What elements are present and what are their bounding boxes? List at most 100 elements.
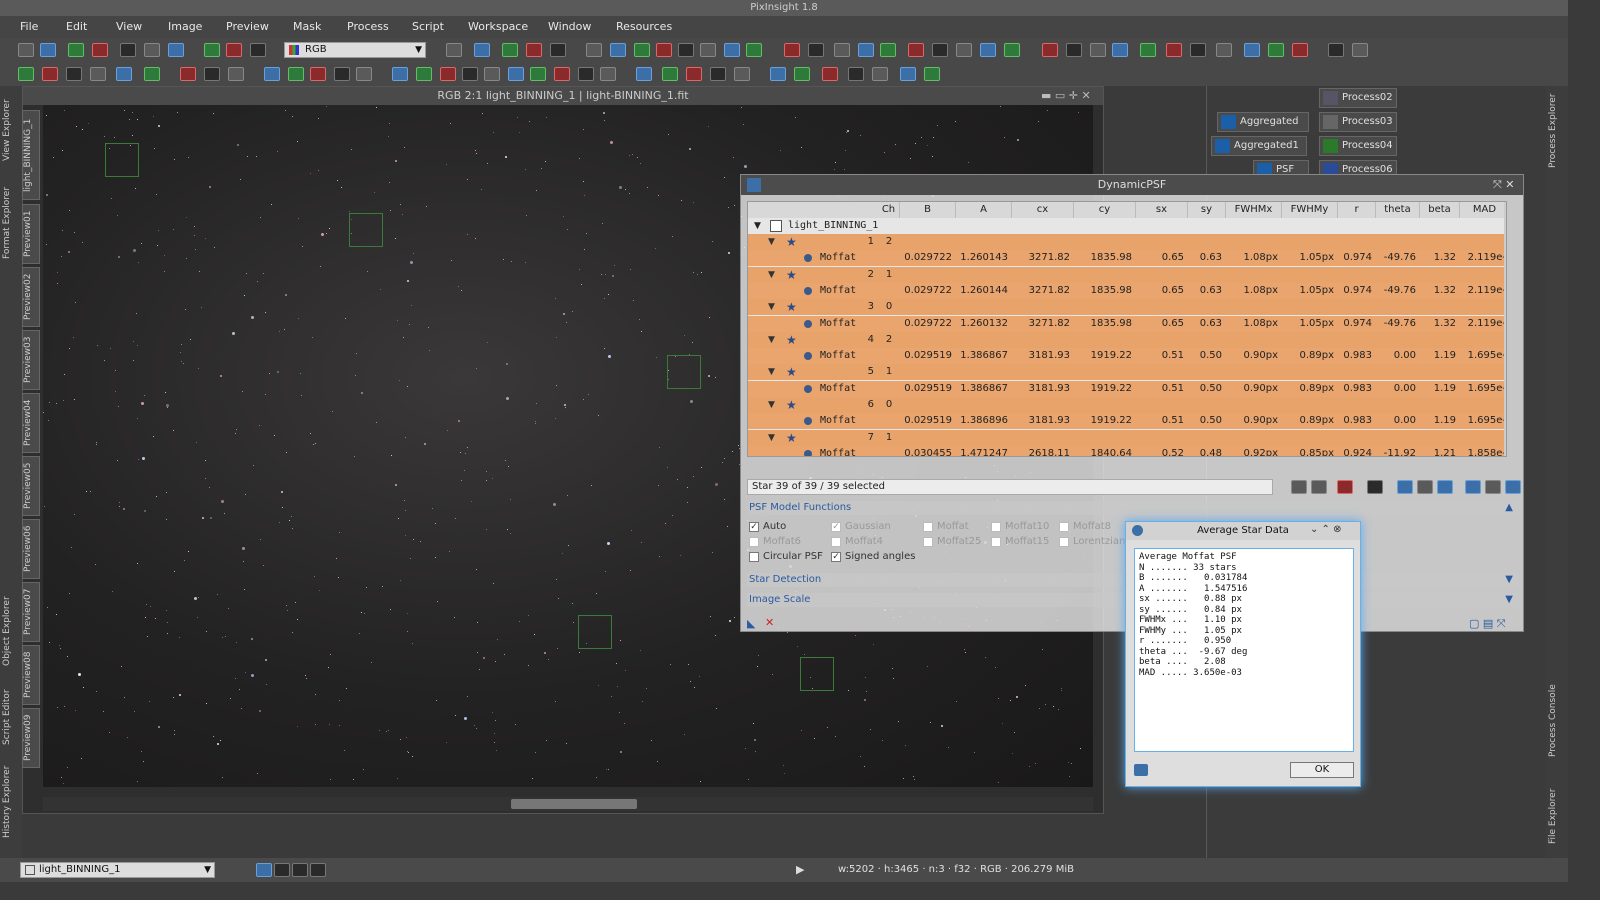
toolbar-icon[interactable] [858,43,874,57]
toolbar-icon[interactable] [554,67,570,81]
star-row[interactable]: ▼ ★ 6 0 [748,397,1506,413]
toolbar-icon[interactable] [932,43,948,57]
toolbar-icon[interactable] [678,43,694,57]
toolbar-icon[interactable] [440,67,456,81]
toolbar-icon[interactable] [1216,43,1232,57]
window-controls[interactable]: ⤧ ✕ [1493,178,1515,192]
toolbar-icon[interactable] [288,67,304,81]
preview-tab-5[interactable]: Preview05 [22,456,40,516]
chevron-down-icon[interactable]: ▼ [768,430,775,446]
export-icon[interactable] [1505,480,1521,494]
toolbar-icon[interactable] [578,67,594,81]
column-header-beta[interactable]: beta [1420,202,1460,218]
window-controls[interactable]: ▬ ▭ ✛ ✕ [1041,89,1091,102]
green-channel-icon[interactable] [292,863,308,877]
process-icon-aggregated1[interactable]: Aggregated1 [1211,136,1307,156]
toolbar-icon[interactable] [700,43,716,57]
toolbar-icon[interactable] [226,43,242,57]
column-header-sx[interactable]: sx [1136,202,1188,218]
toolbar-icon[interactable] [656,43,672,57]
rgb-channel-icon[interactable] [256,863,272,877]
toolbar-icon[interactable] [204,67,220,81]
toolbar-icon[interactable] [446,43,462,57]
blue-channel-icon[interactable] [310,863,326,877]
next-icon[interactable] [1367,480,1383,494]
menu-script[interactable]: Script [412,20,444,33]
menu-window[interactable]: Window [548,20,591,33]
document-icon[interactable] [1485,480,1501,494]
toolbar-icon[interactable] [144,67,160,81]
toolbar-icon[interactable] [180,67,196,81]
toolbar-icon[interactable] [42,67,58,81]
toolbar-icon[interactable] [40,43,56,57]
column-header-ch[interactable]: Ch [878,202,900,218]
toolbar-icon[interactable] [710,67,726,81]
toolbar-icon[interactable] [1004,43,1020,57]
toolbar-icon[interactable] [1090,43,1106,57]
toolbar-icon[interactable] [746,43,762,57]
toolbar-icon[interactable] [734,67,750,81]
column-header-cy[interactable]: cy [1074,202,1136,218]
toolbar-icon[interactable] [334,67,350,81]
toolbar-icon[interactable] [834,43,850,57]
collapse-icon[interactable] [1311,480,1327,494]
toolbar-icon[interactable] [872,67,888,81]
toolbar-icon[interactable] [530,67,546,81]
sort-icon[interactable] [1437,480,1453,494]
toolbar-icon[interactable] [1166,43,1182,57]
menu-workspace[interactable]: Workspace [468,20,528,33]
panel-tab-script-editor[interactable]: Script Editor [2,682,20,752]
toolbar-icon[interactable] [526,43,542,57]
toolbar-icon[interactable] [416,67,432,81]
toolbar-icon[interactable] [1140,43,1156,57]
star-row[interactable]: ▼ ★ 5 1 [748,364,1506,381]
ok-button[interactable]: OK [1290,762,1354,778]
panel-tab-view-explorer[interactable]: View Explorer [2,90,20,170]
toolbar-icon[interactable] [686,67,702,81]
play-icon[interactable]: ▶ [796,863,804,876]
chevron-down-icon[interactable]: ▼ [768,267,775,283]
psf-selection-box[interactable] [349,213,383,247]
menu-view[interactable]: View [116,20,142,33]
toolbar-icon[interactable] [770,67,786,81]
new-instance-icon[interactable]: ◣ [747,617,755,630]
toolbar-icon[interactable] [724,43,740,57]
menu-preview[interactable]: Preview [226,20,269,33]
toolbar-icon[interactable] [484,67,500,81]
panel-tab-history-explorer[interactable]: History Explorer [2,762,20,842]
column-header-a[interactable]: A [956,202,1012,218]
psf-selection-box[interactable] [800,657,834,691]
panel-tab-process-console[interactable]: Process Console [1548,676,1566,766]
panel-tab-process-explorer[interactable]: Process Explorer [1548,86,1566,176]
preview-tab-8[interactable]: Preview08 [22,645,40,705]
toolbar-icon[interactable] [636,67,652,81]
toolbar-icon[interactable] [924,67,940,81]
horizontal-scrollbar[interactable] [43,797,1093,811]
delete-icon[interactable] [1337,480,1353,494]
toolbar-icon[interactable] [1268,43,1284,57]
toolbar-icon[interactable] [18,67,34,81]
toolbar-icon[interactable] [1066,43,1082,57]
toolbar-icon[interactable] [264,67,280,81]
menu-edit[interactable]: Edit [66,20,87,33]
star-row[interactable]: ▼ ★ 1 2 [748,234,1506,250]
column-header-fwhmx[interactable]: FWHMx [1226,202,1282,218]
psf-table[interactable]: Ch B Acx cy sx sy FWHMx FWHMy r theta beta MAD ▼ ligh… [747,201,1507,457]
psf-fit-row[interactable]: Moffat 0.029722 1.260144 3271.82 1835.98 0.65… [748,282,1506,299]
star-row[interactable]: ▼ ★ 7 1 [748,429,1506,446]
scrollbar-thumb[interactable] [511,799,637,809]
toolbar-icon[interactable] [90,67,106,81]
column-header-fwhmy[interactable]: FWHMy [1282,202,1338,218]
toolbar-icon[interactable] [204,43,220,57]
process-icon-aggregated[interactable]: Aggregated [1217,112,1309,132]
toolbar-icon[interactable] [168,43,184,57]
column-header-b[interactable]: B [900,202,956,218]
red-channel-icon[interactable] [274,863,290,877]
toolbar-icon[interactable] [68,43,84,57]
chevron-down-icon[interactable]: ▼ [768,364,775,380]
star-row[interactable]: ▼ ★ 2 1 [748,266,1506,283]
psf-selection-box[interactable] [667,355,701,389]
psf-fit-row[interactable]: Moffat 0.029722 1.260143 3271.82 1835.98 0.65… [748,250,1506,267]
chevron-down-icon[interactable]: ▼ [768,332,775,348]
menu-file[interactable]: File [20,20,38,33]
